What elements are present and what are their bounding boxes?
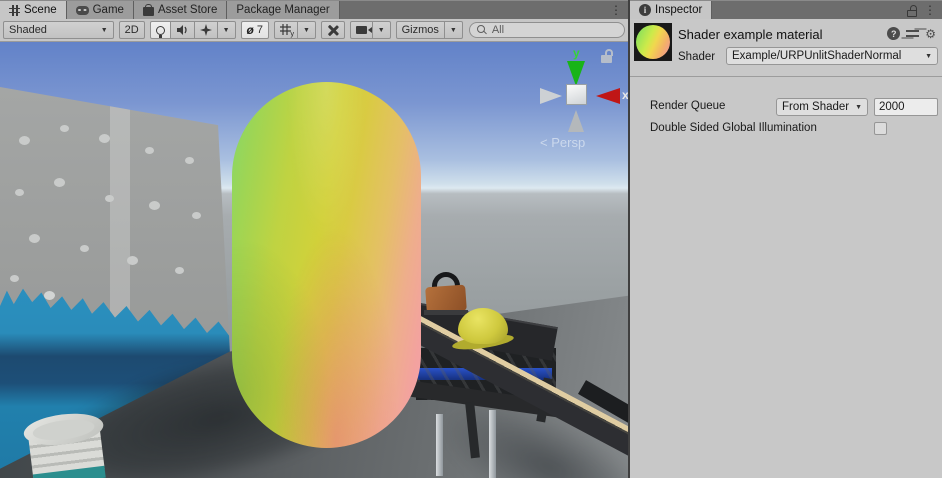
gizmos-button[interactable]: Gizmos [396,21,445,39]
tab-package-manager[interactable]: Package Manager [227,1,339,19]
render-queue-label: Render Queue [650,100,725,112]
double-sided-gi-row: Double Sided Global Illumination [630,120,942,138]
render-queue-number-field[interactable] [874,98,938,116]
chevron-down-icon: ▼ [450,27,457,34]
scene-panel: Scene Game Asset Store Package Manager ⋮… [0,0,628,478]
double-sided-gi-label: Double Sided Global Illumination [650,122,817,134]
tab-package-manager-label: Package Manager [236,4,329,16]
tabbar-spacer [340,1,604,19]
render-queue-dropdown[interactable]: From Shader ▼ [776,98,868,116]
asset-store-bag-icon [143,7,154,16]
tab-inspector[interactable]: i Inspector [630,1,712,19]
chevron-down-icon: ▼ [303,27,310,34]
hidden-eye-icon: ø [247,24,254,36]
material-header: Shader example material ? ⚙ Shader Examp… [630,19,942,77]
inspector-lock-icon[interactable] [906,5,918,17]
audio-toggle-button[interactable] [170,21,195,39]
paint-bucket [22,409,114,478]
axis-neg-cone-left[interactable] [540,88,562,104]
presets-icon[interactable] [906,28,919,39]
bucket-label-band [33,466,106,478]
scene-search-input[interactable]: All [469,22,625,38]
gamepad-icon [76,6,89,15]
hard-hat [458,308,508,344]
camera-icon [356,26,367,34]
chevron-down-icon: ▼ [378,27,385,34]
tab-asset-store[interactable]: Asset Store [134,1,227,19]
unity-editor-window: Scene Game Asset Store Package Manager ⋮… [0,0,942,478]
scene-panel-menu-icon[interactable]: ⋮ [604,1,628,19]
axis-neg-cone-bottom[interactable] [568,110,584,132]
scene-grid-icon [9,5,20,16]
gizmo-center-cube[interactable] [566,84,587,105]
inspector-tab-bar: i Inspector ⋮ [630,0,942,19]
2d-label: 2D [125,24,139,36]
lightbulb-icon [156,26,165,35]
tab-inspector-label: Inspector [655,4,702,16]
shader-capsule[interactable] [232,82,421,448]
scene-toolbar: Shaded ▼ 2D ▼ [0,19,628,42]
shader-dropdown[interactable]: Example/URPUnlitShaderNormal ▼ [726,47,938,65]
shading-mode-dropdown[interactable]: Shaded ▼ [3,21,114,39]
tab-scene-label: Scene [24,4,57,16]
inspector-panel: i Inspector ⋮ Shader example material ? … [630,0,942,478]
render-queue-dropdown-value: From Shader [782,101,849,113]
shader-dropdown-value: Example/URPUnlitShaderNormal [732,50,901,62]
gizmos-dropdown-button[interactable]: ▼ [444,21,463,39]
material-preview-thumbnail[interactable] [634,23,672,61]
axis-y-cone[interactable] [567,61,585,86]
crossed-tools-icon [327,24,339,36]
gizmos-label: Gizmos [402,24,439,36]
inspector-menu-icon[interactable]: ⋮ [918,1,942,19]
scene-viewport[interactable]: y x Persp [0,42,628,478]
chevron-down-icon: ▼ [101,27,108,34]
search-placeholder: All [492,24,504,36]
tab-game-label: Game [93,4,124,16]
chevron-down-icon: ▼ [223,27,230,34]
effects-toggle-button[interactable] [194,21,218,39]
help-icon[interactable]: ? [887,27,900,40]
inspector-body: Render Queue From Shader ▼ Double Sided … [630,78,942,478]
grid-visibility-button[interactable]: y [274,21,298,39]
shader-row-label: Shader [678,51,715,63]
scene-camera-button[interactable] [350,21,373,39]
gizmo-lock-icon[interactable] [600,49,614,63]
tab-scene[interactable]: Scene [0,1,67,19]
bench-leg-metal [436,414,443,476]
effects-star-icon [200,24,212,36]
bench-leg-metal [489,410,496,478]
2d-toggle-button[interactable]: 2D [119,21,145,39]
shading-mode-label: Shaded [9,24,47,36]
scene-visibility-button[interactable]: ø 7 [241,21,269,39]
gear-icon[interactable]: ⚙ [925,28,936,40]
double-sided-gi-checkbox[interactable] [874,122,887,135]
camera-dropdown-button[interactable]: ▼ [372,21,391,39]
hidden-count: 7 [257,24,263,36]
tab-game[interactable]: Game [67,1,134,19]
speaker-icon [176,24,189,36]
info-icon: i [639,4,651,16]
axis-y-label[interactable]: y [573,46,580,60]
axis-x-cone[interactable] [596,88,620,104]
grid-dropdown-button[interactable]: ▼ [297,21,316,39]
chevron-down-icon: ▼ [925,53,932,60]
left-tab-bar: Scene Game Asset Store Package Manager ⋮ [0,0,628,19]
material-title: Shader example material [678,27,823,42]
material-preview-sphere [636,25,670,59]
jigsaw-tool-base [424,310,468,315]
search-icon [476,24,488,36]
projection-mode-label[interactable]: Persp [540,135,585,150]
wall-stripe [110,87,130,327]
effects-dropdown-button[interactable]: ▼ [217,21,236,39]
tab-asset-store-label: Asset Store [158,4,217,16]
lighting-toggle-button[interactable] [150,21,171,39]
editor-tools-button[interactable] [321,21,345,39]
chevron-down-icon: ▼ [855,104,862,111]
render-queue-row: Render Queue From Shader ▼ [630,98,942,116]
grid-axis-icon: y [280,24,292,36]
